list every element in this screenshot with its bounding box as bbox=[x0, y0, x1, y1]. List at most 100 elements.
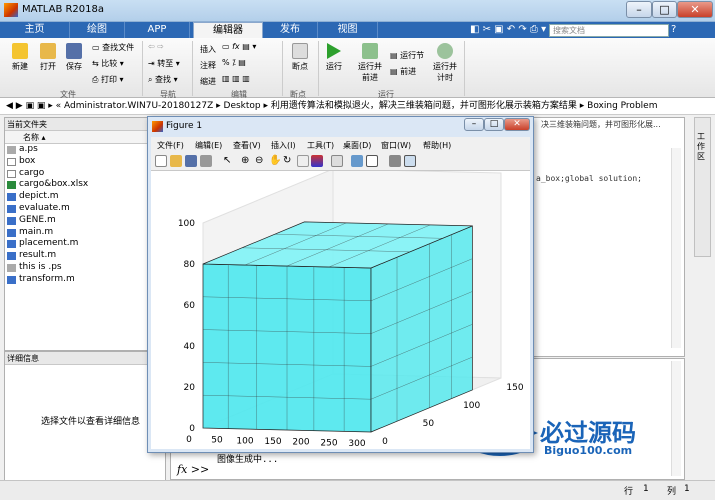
insert-button[interactable]: 插入 bbox=[200, 44, 220, 55]
nav-arrows[interactable]: ⇦ ⇨ bbox=[148, 42, 188, 51]
run-button[interactable]: 运行 bbox=[322, 43, 346, 72]
find-button[interactable]: ⌕ 查找 ▾ bbox=[148, 74, 188, 85]
find-files-button[interactable]: ▭ 查找文件 bbox=[92, 42, 140, 53]
pan-icon[interactable]: ✋ bbox=[269, 155, 281, 167]
tab-apps[interactable]: APP bbox=[125, 22, 190, 38]
list-item[interactable]: this is .ps bbox=[5, 262, 165, 274]
list-item[interactable]: a.ps bbox=[5, 144, 165, 156]
m-file-icon bbox=[7, 240, 16, 249]
menu-view[interactable]: 查看(V) bbox=[233, 140, 261, 151]
colorbar-icon[interactable] bbox=[351, 155, 363, 167]
breadcrumb-item[interactable]: 利用遗传算法和模拟退火，解决三维装箱问题，并可图形化展示装箱方案结果 bbox=[271, 101, 577, 111]
menu-window[interactable]: 窗口(W) bbox=[381, 140, 411, 151]
list-item[interactable]: transform.m bbox=[5, 274, 165, 286]
breadcrumb-item[interactable]: Desktop bbox=[224, 101, 261, 111]
menu-tools[interactable]: 工具(T) bbox=[307, 140, 334, 151]
menu-insert[interactable]: 插入(I) bbox=[271, 140, 296, 151]
new-figure-icon[interactable] bbox=[155, 155, 167, 167]
tab-plots[interactable]: 绘图 bbox=[70, 22, 125, 38]
close-button[interactable]: ✕ bbox=[677, 1, 713, 18]
tab-publish[interactable]: 发布 bbox=[263, 22, 318, 38]
zoom-in-icon[interactable]: ⊕ bbox=[241, 155, 253, 167]
indent-button[interactable]: 缩进 bbox=[200, 76, 220, 87]
rotate-icon[interactable]: ↻ bbox=[283, 155, 295, 167]
breadcrumb-item[interactable]: Administrator.WIN7U-20180127Z bbox=[64, 101, 213, 111]
list-item[interactable]: box bbox=[5, 156, 165, 168]
menu-edit[interactable]: 编辑(E) bbox=[195, 140, 222, 151]
list-item[interactable]: cargo&box.xlsx bbox=[5, 179, 165, 191]
current-folder-panel: 当前文件夹 名称 ▴ a.ps box cargo cargo&box.xlsx… bbox=[4, 117, 166, 351]
menu-file[interactable]: 文件(F) bbox=[157, 140, 184, 151]
comment-icons[interactable]: % ⁒ ▤ bbox=[222, 58, 280, 67]
code-line: a_box;global solution; bbox=[536, 174, 642, 183]
help-icon[interactable]: ? bbox=[671, 24, 676, 35]
run-section-icon: ▤ bbox=[390, 51, 401, 60]
divider bbox=[464, 41, 465, 96]
editor-scrollbar[interactable] bbox=[671, 148, 681, 348]
z-tick-label: 40 bbox=[184, 342, 196, 352]
workspace-label: 工作区 bbox=[697, 132, 705, 161]
advance-button[interactable]: ▤ 前进 bbox=[390, 66, 430, 77]
x-tick-label: 50 bbox=[211, 436, 223, 446]
list-item[interactable]: cargo bbox=[5, 168, 165, 180]
m-file-icon bbox=[7, 216, 16, 225]
breakpoints-button[interactable]: 断点 bbox=[288, 43, 312, 72]
show-plot-tools-icon[interactable] bbox=[404, 155, 416, 167]
indent-icons[interactable]: ▥ ▥ ▥ bbox=[222, 74, 280, 83]
pointer-icon[interactable]: ↖ bbox=[223, 155, 235, 167]
save-button[interactable]: 保存 bbox=[62, 43, 86, 72]
workspace-collapsed[interactable]: 工作区 bbox=[694, 117, 711, 257]
edit-icons[interactable]: ▭ fx ▤ ▾ bbox=[222, 42, 280, 51]
panel-title: 详细信息 bbox=[5, 352, 165, 365]
nav-buttons[interactable]: ◀ ▶ ▣ ▣ ▸ « bbox=[0, 101, 64, 111]
brush-icon[interactable] bbox=[311, 155, 323, 167]
save-icon[interactable] bbox=[185, 155, 197, 167]
figure-icon bbox=[152, 121, 163, 132]
tab-view[interactable]: 视图 bbox=[318, 22, 378, 38]
new-button[interactable]: 新建 bbox=[8, 43, 32, 72]
details-hint: 选择文件以查看详细信息 bbox=[41, 417, 141, 427]
open-icon[interactable] bbox=[170, 155, 182, 167]
z-tick-label: 20 bbox=[184, 383, 196, 393]
figure-maximize-button[interactable]: □ bbox=[484, 118, 504, 131]
figure-window[interactable]: Figure 1 – □ ✕ 文件(F) 编辑(E) 查看(V) 插入(I) 工… bbox=[147, 116, 534, 453]
hide-plot-tools-icon[interactable] bbox=[389, 155, 401, 167]
line-number: 1 bbox=[643, 484, 649, 494]
editor-tab[interactable]: 决三维装箱问题，并可图形化展... bbox=[541, 119, 661, 130]
print-icon[interactable] bbox=[200, 155, 212, 167]
quick-access-icons[interactable]: ◧ ✂ ▣ ↶ ↷ ⎙ ▾ ? bbox=[470, 24, 555, 35]
plot-area[interactable]: 0 20 40 60 80 100 0 50 100 150 200 250 300 0 50 100 150 bbox=[151, 168, 530, 449]
address-bar[interactable]: ◀ ▶ ▣ ▣ ▸ « Administrator.WIN7U-20180127… bbox=[0, 98, 715, 115]
link-icon[interactable] bbox=[331, 155, 343, 167]
goto-button[interactable]: ⇥ 转至 ▾ bbox=[148, 58, 188, 69]
print-button[interactable]: ⎙ 打印 ▾ bbox=[92, 74, 140, 85]
list-item[interactable]: result.m bbox=[5, 250, 165, 262]
maximize-button[interactable]: □ bbox=[652, 1, 677, 18]
list-item[interactable]: placement.m bbox=[5, 238, 165, 250]
list-item[interactable]: evaluate.m bbox=[5, 203, 165, 215]
compare-button[interactable]: ⇆ 比较 ▾ bbox=[92, 58, 140, 69]
tab-home[interactable]: 主页 bbox=[0, 22, 70, 38]
list-item[interactable]: depict.m bbox=[5, 191, 165, 203]
list-item[interactable]: GENE.m bbox=[5, 215, 165, 227]
run-advance-button[interactable]: 运行并 前进 bbox=[354, 43, 386, 83]
list-item[interactable]: main.m bbox=[5, 227, 165, 239]
figure-minimize-button[interactable]: – bbox=[464, 118, 484, 131]
column-header[interactable]: 名称 ▴ bbox=[5, 131, 165, 144]
breadcrumb-item[interactable]: Boxing Problem bbox=[587, 101, 657, 111]
legend-icon[interactable] bbox=[366, 155, 378, 167]
menu-desktop[interactable]: 桌面(D) bbox=[343, 140, 371, 151]
open-button[interactable]: 打开 bbox=[36, 43, 60, 72]
run-time-button[interactable]: 运行并 计时 bbox=[430, 43, 460, 83]
zoom-out-icon[interactable]: ⊖ bbox=[255, 155, 267, 167]
x-tick-label: 0 bbox=[186, 435, 192, 445]
tab-editor[interactable]: 编辑器 bbox=[193, 22, 263, 38]
comment-button[interactable]: 注释 bbox=[200, 60, 220, 71]
menu-help[interactable]: 帮助(H) bbox=[423, 140, 451, 151]
minimize-button[interactable]: – bbox=[626, 1, 652, 18]
data-cursor-icon[interactable] bbox=[297, 155, 309, 167]
command-prompt[interactable]: fx >> bbox=[177, 463, 209, 476]
search-input[interactable]: 搜索文档 bbox=[549, 24, 669, 37]
figure-close-button[interactable]: ✕ bbox=[504, 118, 530, 131]
run-section-button[interactable]: ▤ 运行节 bbox=[390, 50, 430, 61]
